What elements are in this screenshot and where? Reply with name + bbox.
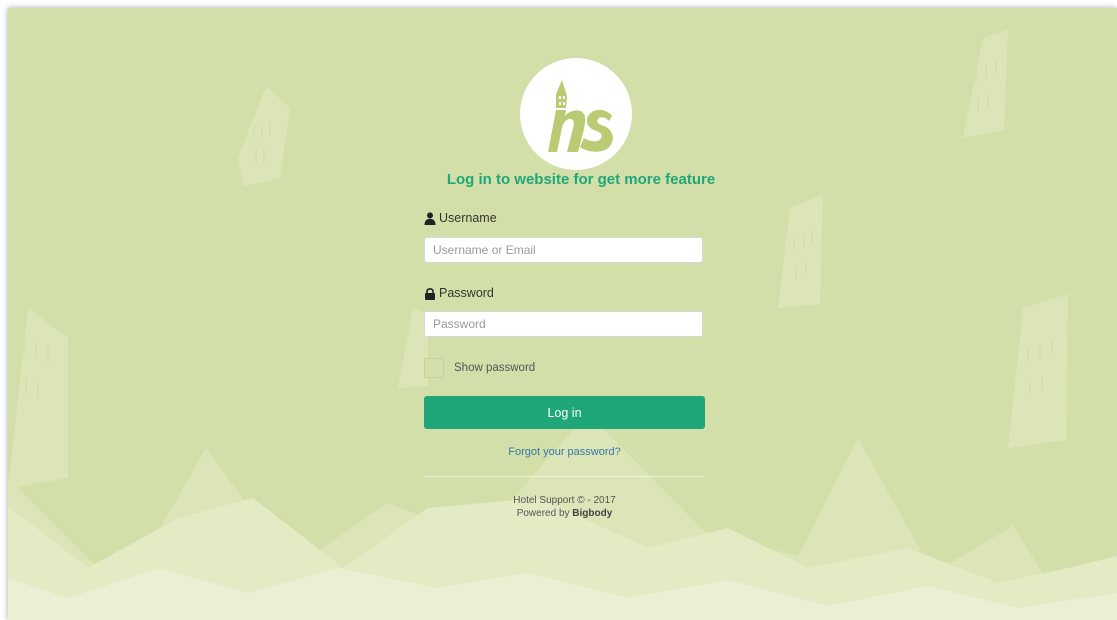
lock-icon [425,287,435,300]
powered-by-brand: Bigbody [572,507,613,519]
footer: Hotel Support © - 2017 Powered by Bigbod… [424,495,705,520]
show-password-label: Show password [454,362,536,374]
password-label: Password [424,286,494,300]
copyright-text: Hotel Support © - 2017 [513,495,616,506]
login-button[interactable]: Log in [424,396,705,429]
logo-icon [548,80,613,152]
browser-viewport: Log in to website for get more feature U… [8,8,1117,620]
password-input[interactable] [424,311,703,337]
powered-by-prefix: Powered by [516,507,570,519]
password-label-text: Password [439,286,494,300]
login-heading: Log in to website for get more feature [446,171,716,188]
powered-by: Powered by Bigbody [424,508,705,521]
show-password-toggle[interactable]: Show password [424,358,535,378]
divider [424,476,705,477]
username-input[interactable] [424,237,703,263]
ns-logo [520,58,632,170]
user-icon [424,211,436,225]
login-panel: Log in to website for get more feature U… [8,8,1117,620]
username-label-text: Username [439,211,497,225]
forgot-password-link[interactable]: Forgot your password? [424,446,705,458]
username-label: Username [424,211,497,225]
show-password-checkbox[interactable] [424,358,444,378]
